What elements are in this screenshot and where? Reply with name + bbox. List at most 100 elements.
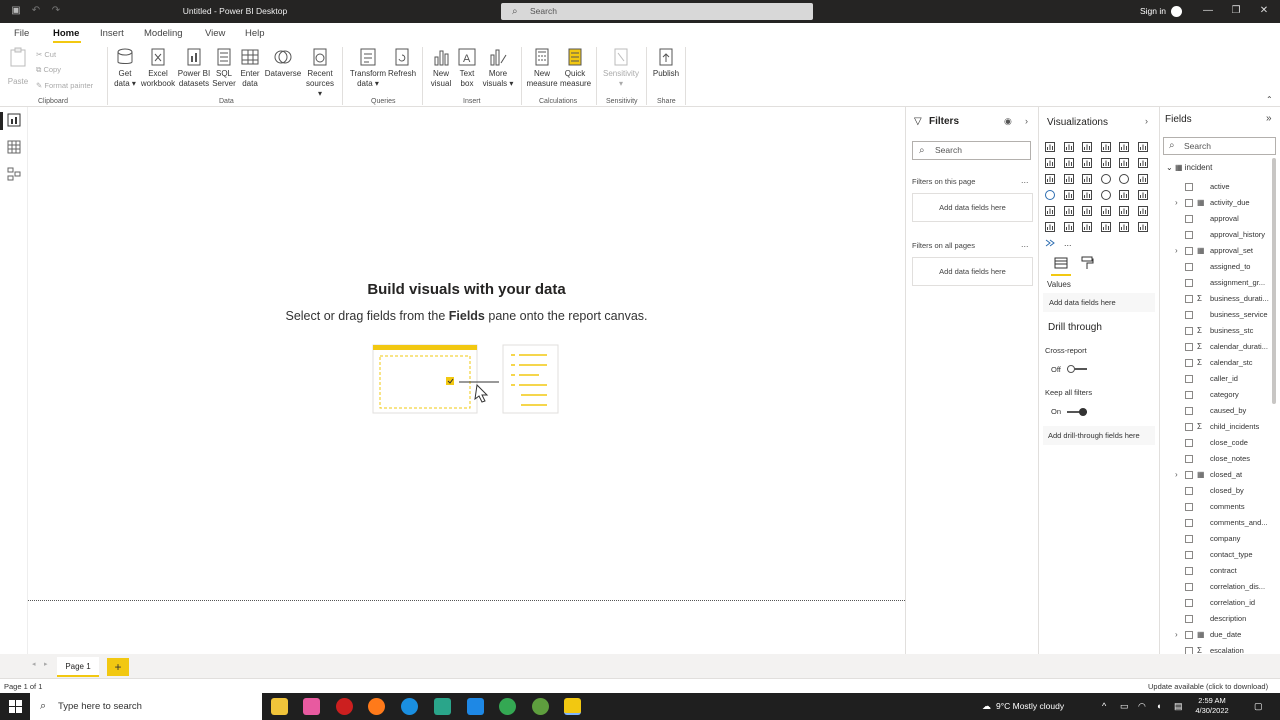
decomposition-tree-icon[interactable] (1043, 220, 1057, 234)
field-checkbox[interactable] (1185, 631, 1193, 639)
collapse-pane-icon[interactable]: » (1266, 113, 1272, 124)
collapse-ribbon-icon[interactable]: ⌃ (1266, 95, 1273, 104)
eye-icon[interactable]: ◉ (1004, 116, 1012, 127)
fields-well-tab-icon[interactable] (1053, 255, 1069, 271)
field-item[interactable]: › ▦ closed_at (1160, 467, 1274, 483)
values-well[interactable]: Add data fields here (1043, 293, 1155, 312)
report-view-icon[interactable] (7, 113, 21, 127)
fields-scrollbar[interactable] (1272, 158, 1276, 404)
chevron-right-icon[interactable]: › (1175, 467, 1178, 483)
line-icon[interactable] (1043, 156, 1057, 170)
power-bi-taskbar-icon[interactable] (564, 698, 581, 715)
stacked-bar-icon[interactable] (1043, 140, 1057, 154)
field-checkbox[interactable] (1185, 327, 1193, 335)
field-item[interactable]: active (1160, 179, 1274, 195)
shape-map-icon[interactable] (1080, 188, 1094, 202)
stacked-area-icon[interactable] (1080, 156, 1094, 170)
field-checkbox[interactable] (1185, 487, 1193, 495)
field-checkbox[interactable] (1185, 375, 1193, 383)
field-checkbox[interactable] (1185, 247, 1193, 255)
table-node[interactable]: ⌄ ▦ incident (1166, 163, 1212, 172)
power-bi-datasets-button[interactable]: Power BI datasets (176, 47, 212, 89)
chevron-right-icon[interactable]: › (1175, 195, 1178, 211)
refresh-button[interactable]: Refresh (388, 47, 416, 79)
page-filter-well[interactable]: Add data fields here (912, 193, 1033, 222)
field-checkbox[interactable] (1185, 599, 1193, 607)
field-item[interactable]: description (1160, 611, 1274, 627)
tab-home[interactable]: Home (53, 28, 79, 39)
key-influencers-icon[interactable] (1136, 204, 1150, 218)
field-item[interactable]: caller_id (1160, 371, 1274, 387)
field-checkbox[interactable] (1185, 423, 1193, 431)
field-item[interactable]: Σbusiness_durati... (1160, 291, 1274, 307)
donut-icon[interactable] (1117, 172, 1131, 186)
field-item[interactable]: Σcalendar_durati... (1160, 339, 1274, 355)
get-more-icon[interactable]: ... (1062, 236, 1076, 250)
power-automate-icon[interactable] (1136, 220, 1150, 234)
field-item[interactable]: assignment_gr... (1160, 275, 1274, 291)
title-search-box[interactable]: ⌕ Search (501, 3, 813, 20)
field-checkbox[interactable] (1185, 311, 1193, 319)
paginated-icon[interactable] (1099, 220, 1113, 234)
volume-icon[interactable]: ◖ (1156, 701, 1161, 711)
line-clustered-icon[interactable] (1117, 156, 1131, 170)
format-painter-button[interactable]: ✎ Format painter (36, 81, 93, 90)
field-checkbox[interactable] (1185, 503, 1193, 511)
field-checkbox[interactable] (1185, 471, 1193, 479)
line-column-icon[interactable] (1099, 156, 1113, 170)
area-icon[interactable] (1062, 156, 1076, 170)
dataverse-button[interactable]: Dataverse (264, 47, 302, 79)
field-checkbox[interactable] (1185, 359, 1193, 367)
tab-help[interactable]: Help (245, 28, 265, 39)
field-item[interactable]: Σchild_incidents (1160, 419, 1274, 435)
field-item[interactable]: approval_history (1160, 227, 1274, 243)
field-item[interactable]: Σcalendar_stc (1160, 355, 1274, 371)
field-item[interactable]: correlation_id (1160, 595, 1274, 611)
windows-start-icon[interactable] (9, 700, 22, 713)
prev-page-icon[interactable]: ◂ (32, 660, 36, 668)
drill-through-well[interactable]: Add drill-through fields here (1043, 426, 1155, 445)
python-icon[interactable] (1117, 204, 1131, 218)
chevron-right-icon[interactable]: › (1025, 116, 1028, 126)
waterfall-icon[interactable] (1043, 172, 1057, 186)
more-visuals-icon[interactable] (1043, 236, 1057, 250)
chrome-icon[interactable] (499, 698, 516, 715)
filters-search-input[interactable]: ⌕ Search (912, 141, 1031, 160)
field-item[interactable]: assigned_to (1160, 259, 1274, 275)
stacked-column-icon[interactable] (1062, 140, 1076, 154)
multi-row-card-icon[interactable] (1136, 188, 1150, 202)
field-checkbox[interactable] (1185, 535, 1193, 543)
field-checkbox[interactable] (1185, 183, 1193, 191)
keep-filters-toggle[interactable] (1067, 408, 1087, 416)
field-checkbox[interactable] (1185, 391, 1193, 399)
slack-icon[interactable] (434, 698, 451, 715)
chevron-right-icon[interactable]: › (1145, 116, 1148, 126)
paste-button[interactable]: Paste (6, 47, 30, 86)
field-item[interactable]: company (1160, 531, 1274, 547)
chevron-up-icon[interactable]: ^ (1102, 701, 1106, 711)
scatter-icon[interactable] (1080, 172, 1094, 186)
field-checkbox[interactable] (1185, 343, 1193, 351)
page-tab[interactable]: Page 1 (57, 657, 99, 677)
field-checkbox[interactable] (1185, 583, 1193, 591)
enter-data-button[interactable]: Enter data (238, 47, 262, 89)
field-checkbox[interactable] (1185, 199, 1193, 207)
pie-icon[interactable] (1099, 172, 1113, 186)
field-item[interactable]: caused_by (1160, 403, 1274, 419)
chrome-profile-icon[interactable] (532, 698, 549, 715)
keyboard-icon[interactable]: ▤ (1174, 701, 1183, 712)
data-view-icon[interactable] (7, 140, 21, 154)
field-item[interactable]: approval (1160, 211, 1274, 227)
close-icon[interactable]: ✕ (1254, 4, 1274, 18)
clustered-bar-icon[interactable] (1080, 140, 1094, 154)
field-item[interactable]: close_code (1160, 435, 1274, 451)
table-icon[interactable] (1080, 204, 1094, 218)
paint-roller-icon[interactable] (1079, 255, 1095, 271)
field-checkbox[interactable] (1185, 279, 1193, 287)
cross-report-toggle[interactable] (1067, 365, 1087, 373)
field-checkbox[interactable] (1185, 615, 1193, 623)
funnel-icon[interactable] (1062, 172, 1076, 186)
filled-map-icon[interactable] (1062, 188, 1076, 202)
all-pages-filter-well[interactable]: Add data fields here (912, 257, 1033, 286)
text-box-button[interactable]: A Text box (456, 47, 478, 89)
